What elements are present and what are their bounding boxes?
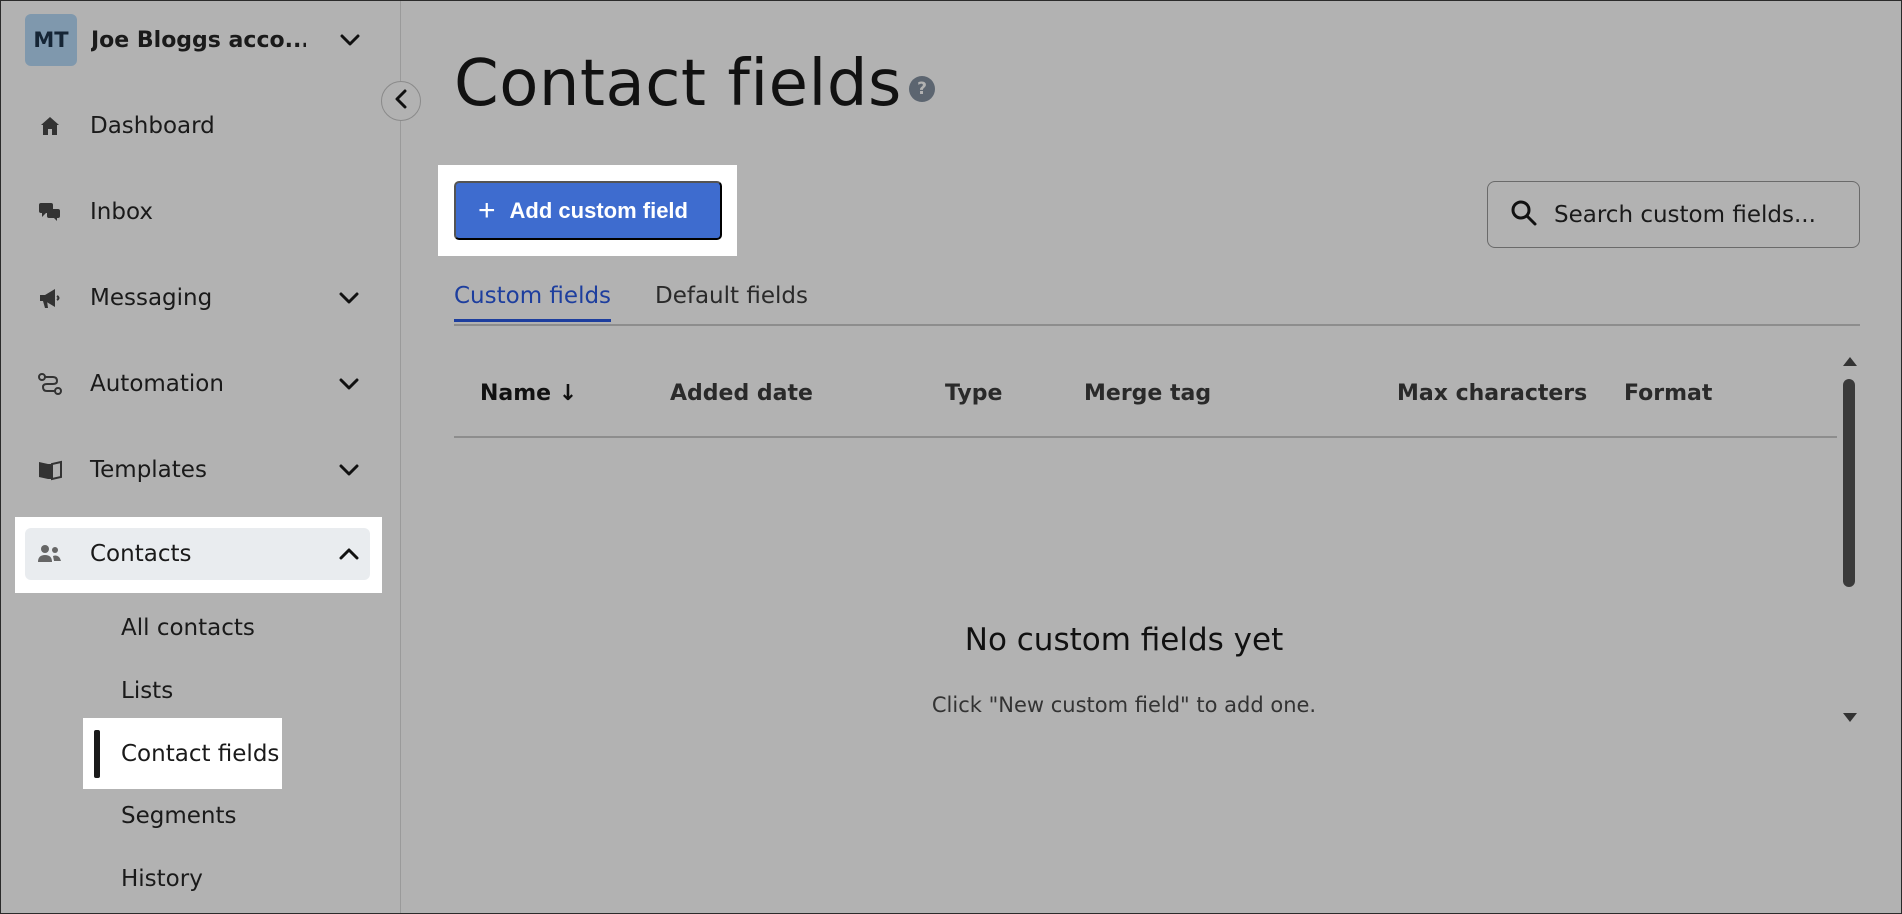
chevron-down-icon [338, 459, 360, 481]
megaphone-icon [35, 283, 65, 313]
chevron-down-icon [338, 373, 360, 395]
sidebar-item-templates[interactable]: Templates [25, 444, 370, 496]
sidebar-subitem-contact-fields[interactable]: Contact fields [121, 741, 279, 767]
sidebar: MT Joe Bloggs acco... Dashboard Inbox Me… [1, 1, 401, 913]
home-icon [35, 111, 65, 141]
sidebar-subitem-history[interactable]: History [121, 866, 203, 892]
sidebar-item-label: Dashboard [90, 113, 215, 139]
scroll-down-arrow-icon[interactable] [1843, 713, 1857, 722]
sidebar-item-label: Automation [90, 371, 224, 397]
empty-state-title: No custom fields yet [964, 622, 1284, 658]
scrollbar-thumb[interactable] [1843, 379, 1855, 587]
sidebar-item-inbox[interactable]: Inbox [25, 186, 370, 238]
sidebar-subitem-lists[interactable]: Lists [121, 678, 173, 704]
sidebar-item-label: Templates [90, 457, 207, 483]
empty-state: No custom fields yet Click "New custom f… [454, 1, 1794, 913]
avatar: MT [25, 14, 77, 66]
chevron-down-icon [339, 29, 361, 51]
sidebar-item-dashboard[interactable]: Dashboard [25, 100, 370, 152]
chat-icon [35, 197, 65, 227]
empty-state-subtitle: Click "New custom field" to add one. [931, 693, 1317, 717]
sidebar-item-messaging[interactable]: Messaging [25, 272, 370, 324]
chevron-up-icon [338, 543, 360, 565]
sidebar-subitem-segments[interactable]: Segments [121, 803, 236, 829]
users-icon [35, 539, 65, 569]
scroll-up-arrow-icon[interactable] [1843, 357, 1857, 366]
sidebar-item-label: Messaging [90, 285, 213, 311]
sidebar-item-label: Contacts [90, 541, 192, 567]
sidebar-item-automation[interactable]: Automation [25, 358, 370, 410]
chevron-down-icon [338, 287, 360, 309]
active-indicator [94, 730, 100, 778]
sidebar-subitem-all-contacts[interactable]: All contacts [121, 615, 255, 641]
automation-icon [35, 369, 65, 399]
account-name: Joe Bloggs acco... [91, 27, 306, 53]
sidebar-item-contacts[interactable]: Contacts [25, 528, 370, 580]
account-switcher[interactable]: MT Joe Bloggs acco... [25, 14, 365, 66]
collapse-sidebar-button[interactable] [381, 81, 421, 121]
sidebar-item-label: Inbox [90, 199, 153, 225]
book-icon [35, 455, 65, 485]
main-content: Contact fields ? + Add custom field Cust… [402, 1, 1900, 913]
chevron-left-icon [394, 89, 408, 113]
